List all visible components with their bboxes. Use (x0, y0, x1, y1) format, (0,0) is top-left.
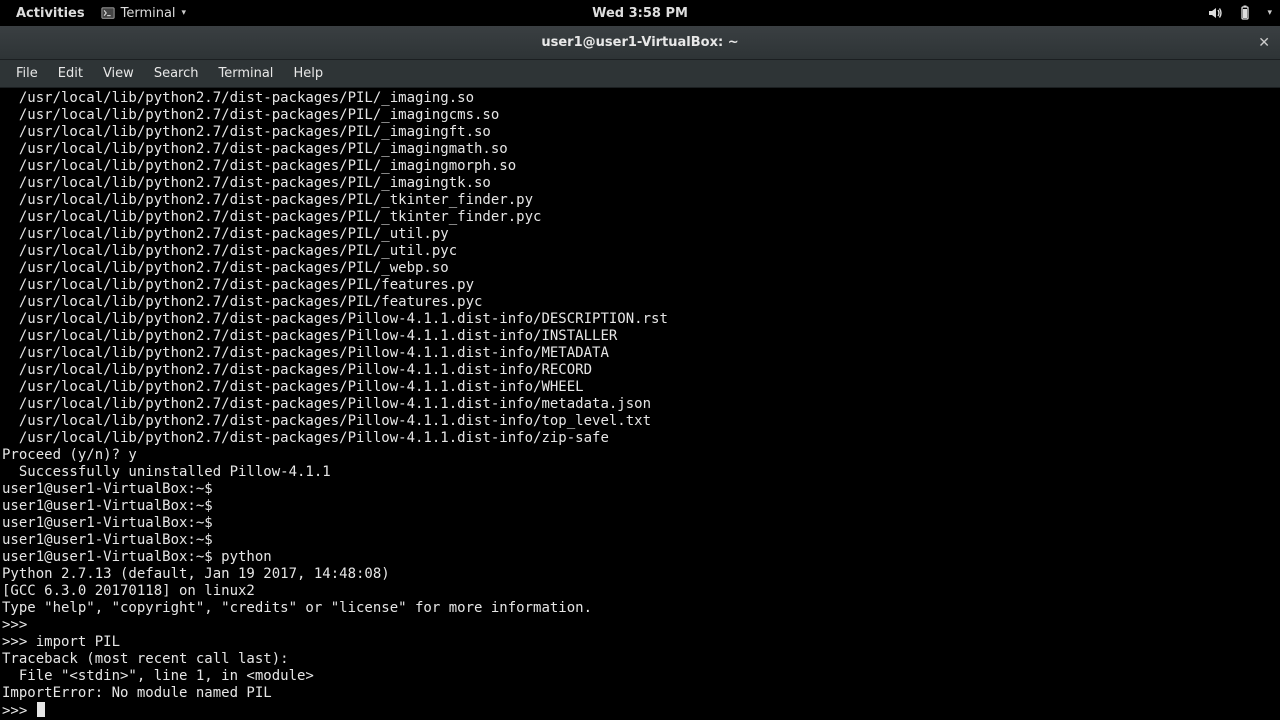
terminal-line: Type "help", "copyright", "credits" or "… (2, 600, 1278, 617)
window-titlebar[interactable]: user1@user1-VirtualBox: ~ ✕ (0, 26, 1280, 60)
terminal-line: /usr/local/lib/python2.7/dist-packages/P… (2, 277, 1278, 294)
terminal-line: /usr/local/lib/python2.7/dist-packages/P… (2, 158, 1278, 175)
system-menu-chevron-icon[interactable]: ▾ (1267, 8, 1272, 18)
terminal-line: Python 2.7.13 (default, Jan 19 2017, 14:… (2, 566, 1278, 583)
terminal-line: /usr/local/lib/python2.7/dist-packages/P… (2, 124, 1278, 141)
terminal-line: /usr/local/lib/python2.7/dist-packages/P… (2, 192, 1278, 209)
terminal-line: /usr/local/lib/python2.7/dist-packages/P… (2, 107, 1278, 124)
menu-file[interactable]: File (6, 62, 48, 85)
menu-help[interactable]: Help (283, 62, 333, 85)
terminal-line: /usr/local/lib/python2.7/dist-packages/P… (2, 243, 1278, 260)
volume-icon[interactable] (1207, 5, 1223, 21)
activities-button[interactable]: Activities (8, 6, 93, 21)
terminal-icon (101, 6, 115, 20)
app-menu-label: Terminal (121, 6, 176, 21)
terminal-line: >>> import PIL (2, 634, 1278, 651)
terminal-line: Proceed (y/n)? y (2, 447, 1278, 464)
menu-edit[interactable]: Edit (48, 62, 93, 85)
app-menu-button[interactable]: Terminal ▾ (93, 6, 194, 21)
terminal-line: user1@user1-VirtualBox:~$ (2, 532, 1278, 549)
menu-view[interactable]: View (93, 62, 144, 85)
terminal-line: >>> (2, 702, 1278, 720)
terminal-line: ImportError: No module named PIL (2, 685, 1278, 702)
menu-search[interactable]: Search (144, 62, 209, 85)
terminal-line: /usr/local/lib/python2.7/dist-packages/P… (2, 141, 1278, 158)
menu-bar: File Edit View Search Terminal Help (0, 60, 1280, 88)
terminal-line: >>> (2, 617, 1278, 634)
terminal-line: /usr/local/lib/python2.7/dist-packages/P… (2, 175, 1278, 192)
terminal-line: /usr/local/lib/python2.7/dist-packages/P… (2, 362, 1278, 379)
terminal-line: user1@user1-VirtualBox:~$ python (2, 549, 1278, 566)
terminal-line: /usr/local/lib/python2.7/dist-packages/P… (2, 413, 1278, 430)
terminal-line: /usr/local/lib/python2.7/dist-packages/P… (2, 345, 1278, 362)
terminal-window: user1@user1-VirtualBox: ~ ✕ File Edit Vi… (0, 26, 1280, 720)
terminal-line: /usr/local/lib/python2.7/dist-packages/P… (2, 328, 1278, 345)
battery-icon[interactable] (1237, 5, 1253, 21)
terminal-line: /usr/local/lib/python2.7/dist-packages/P… (2, 90, 1278, 107)
chevron-down-icon: ▾ (182, 8, 187, 18)
terminal-line: /usr/local/lib/python2.7/dist-packages/P… (2, 311, 1278, 328)
clock-label[interactable]: Wed 3:58 PM (592, 6, 688, 21)
terminal-line: [GCC 6.3.0 20170118] on linux2 (2, 583, 1278, 600)
terminal-line: user1@user1-VirtualBox:~$ (2, 498, 1278, 515)
terminal-line: user1@user1-VirtualBox:~$ (2, 515, 1278, 532)
terminal-line: File "<stdin>", line 1, in <module> (2, 668, 1278, 685)
terminal-line: /usr/local/lib/python2.7/dist-packages/P… (2, 260, 1278, 277)
terminal-line: Successfully uninstalled Pillow-4.1.1 (2, 464, 1278, 481)
terminal-line: /usr/local/lib/python2.7/dist-packages/P… (2, 379, 1278, 396)
menu-terminal[interactable]: Terminal (208, 62, 283, 85)
terminal-output-area[interactable]: /usr/local/lib/python2.7/dist-packages/P… (0, 88, 1280, 720)
terminal-line: user1@user1-VirtualBox:~$ (2, 481, 1278, 498)
terminal-line: /usr/local/lib/python2.7/dist-packages/P… (2, 226, 1278, 243)
terminal-line: /usr/local/lib/python2.7/dist-packages/P… (2, 294, 1278, 311)
gnome-top-panel: Activities Terminal ▾ Wed 3:58 PM (0, 0, 1280, 26)
terminal-line: /usr/local/lib/python2.7/dist-packages/P… (2, 209, 1278, 226)
terminal-line: Traceback (most recent call last): (2, 651, 1278, 668)
window-close-button[interactable]: ✕ (1258, 36, 1270, 50)
window-title: user1@user1-VirtualBox: ~ (541, 35, 738, 50)
terminal-cursor (37, 702, 45, 717)
terminal-line: /usr/local/lib/python2.7/dist-packages/P… (2, 430, 1278, 447)
terminal-line: /usr/local/lib/python2.7/dist-packages/P… (2, 396, 1278, 413)
